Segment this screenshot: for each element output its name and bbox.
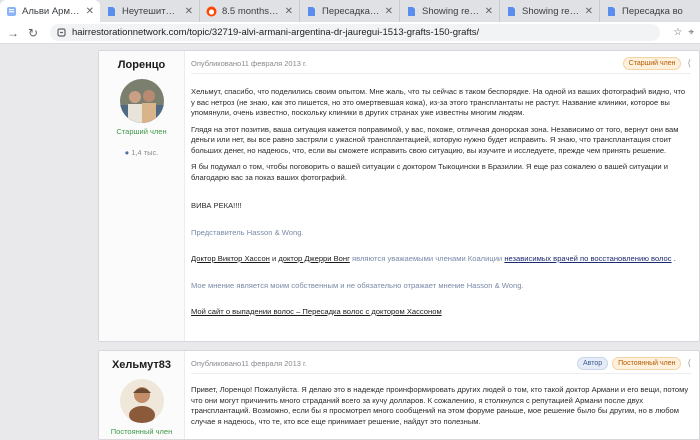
forum-post: Лоренцо Старший член ● 1,4 тыс. Опублико [98, 50, 700, 342]
post-count-value: 1,4 тыс. [131, 148, 159, 157]
tab-6[interactable]: Пересадка во [600, 0, 700, 22]
tab-0[interactable]: Альви Армани Арг ✕ [0, 0, 100, 22]
doctor-link[interactable]: Доктор Виктор Хассон [191, 254, 270, 263]
forum-post: Хельмут83 Постоянный член Опубликовано11… [98, 350, 700, 440]
close-icon[interactable]: ✕ [86, 6, 94, 17]
text: и [271, 254, 277, 263]
translate-icon[interactable]: ⌖ [688, 27, 694, 38]
reload-icon[interactable]: ↻ [26, 26, 40, 40]
doctor-link[interactable]: доктор Джерри Вонг [278, 254, 350, 263]
tab-2[interactable]: 8.5 months failed t ✕ [200, 0, 300, 22]
signature-rep: Представитель Hasson & Wong. [191, 227, 304, 237]
tab-title: Пересадка волос [322, 5, 380, 17]
post-date[interactable]: Опубликовано11 февраля 2013 г. [191, 359, 307, 368]
signature-coalition: Доктор Виктор Хассон и доктор Джерри Вон… [191, 254, 691, 265]
close-icon[interactable]: ✕ [585, 6, 593, 17]
avatar[interactable] [119, 79, 164, 123]
comment-icon: ● [124, 148, 130, 157]
author-name[interactable]: Лоренцо [99, 59, 184, 71]
post-meta: Опубликовано11 февраля 2013 г. Автор Пос… [191, 353, 691, 373]
member-badge: Постоянный член [612, 356, 682, 370]
tab-strip: Альви Армани Арг ✕ Неутешительные р ✕ 8.… [0, 0, 700, 22]
tab-title: Showing results fo [522, 5, 580, 17]
author-badge: Автор [576, 356, 609, 370]
paragraph: Глядя на этот позитив, ваша ситуация каж… [191, 124, 679, 155]
close-icon[interactable]: ✕ [385, 6, 393, 17]
tab-4[interactable]: Showing results fo ✕ [400, 0, 501, 22]
tab-title: 8.5 months failed t [221, 5, 280, 17]
post-content: Опубликовано11 февраля 2013 г. Автор Пос… [191, 351, 691, 427]
doc-icon [106, 6, 117, 17]
paragraph: Я бы подумал о том, чтобы поговорить о в… [191, 162, 668, 182]
tab-title: Пересадка во [622, 5, 683, 17]
author-role: Старший член [116, 127, 167, 136]
share-icon[interactable]: ⟨ [687, 58, 691, 69]
coalition-link[interactable]: независимых врачей по восстановлению вол… [504, 254, 671, 263]
site-info-icon[interactable] [56, 27, 67, 38]
url-text: hairrestorationnetwork.com/topic/32719-a… [72, 27, 480, 38]
tab-title: Неутешительные р [121, 5, 180, 17]
doc-icon [306, 6, 317, 17]
paragraph: ВИВА РЕКА!!!! [191, 201, 242, 210]
address-bar: → ↻ hairrestorationnetwork.com/topic/327… [0, 22, 700, 44]
doc-icon [506, 6, 517, 17]
tab-title: Showing results fo [422, 5, 480, 17]
author-panel: Хельмут83 Постоянный член [99, 351, 185, 439]
author-role: Постоянный член [110, 427, 173, 436]
doc-icon [406, 6, 417, 17]
text: . [673, 254, 676, 263]
reddit-icon [206, 6, 217, 17]
tab-1[interactable]: Неутешительные р ✕ [100, 0, 200, 22]
author-name[interactable]: Хельмут83 [99, 359, 184, 371]
signature-opinion: Мое мнение является моим собственным и н… [191, 280, 524, 290]
blog-link[interactable]: Мой сайт о выпадении волос – Пересадка в… [191, 307, 442, 316]
post-meta: Опубликовано11 февраля 2013 г. Старший ч… [191, 53, 691, 73]
forward-icon[interactable]: → [6, 26, 20, 40]
signature-blog: Мой сайт о выпадении волос – Пересадка в… [191, 307, 691, 318]
paragraph: Хельмут, спасибо, что поделились своим о… [191, 87, 686, 117]
tab-title: Альви Армани Арг [22, 5, 81, 17]
bookmark-icon[interactable]: ☆ [673, 27, 682, 38]
url-field[interactable]: hairrestorationnetwork.com/topic/32719-a… [50, 24, 660, 41]
paragraph: Привет, Лоренцо! Пожалуйста. Я делаю это… [191, 385, 689, 426]
text: являются уважаемыми членами Коалиции [352, 254, 503, 263]
post-body: Хельмут, спасибо, что поделились своим о… [191, 73, 691, 318]
tab-3[interactable]: Пересадка волос ✕ [300, 0, 401, 22]
forum-page: Лоренцо Старший член ● 1,4 тыс. Опублико [0, 44, 700, 440]
post-count: ● 1,4 тыс. [99, 148, 184, 157]
close-icon[interactable]: ✕ [285, 6, 293, 17]
post-date[interactable]: Опубликовано11 февраля 2013 г. [191, 59, 307, 68]
close-icon[interactable]: ✕ [485, 6, 493, 17]
member-badge: Старший член [622, 56, 682, 70]
page-icon [6, 6, 17, 17]
post-body: Привет, Лоренцо! Пожалуйста. Я делаю это… [191, 373, 691, 427]
share-icon[interactable]: ⟨ [687, 358, 691, 369]
address-actions: ☆ ⌖ [673, 27, 700, 38]
doc-icon [606, 6, 617, 17]
tab-5[interactable]: Showing results fo ✕ [500, 0, 601, 22]
close-icon[interactable]: ✕ [185, 6, 193, 17]
post-content: Опубликовано11 февраля 2013 г. Старший ч… [191, 51, 691, 318]
avatar[interactable] [119, 379, 164, 423]
author-panel: Лоренцо Старший член ● 1,4 тыс. [99, 51, 185, 341]
